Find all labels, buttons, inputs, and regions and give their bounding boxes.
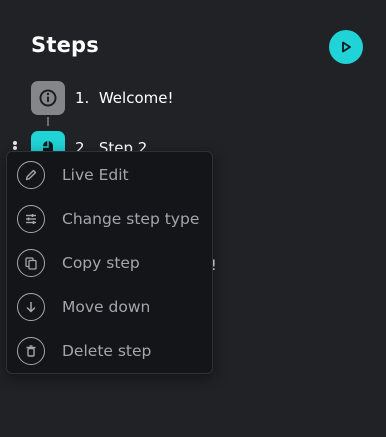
menu-item-delete-step[interactable]: Delete step: [7, 329, 212, 373]
menu-item-label: Live Edit: [62, 166, 129, 184]
step-title: Welcome!: [98, 89, 174, 107]
menu-item-copy-step[interactable]: Copy step: [7, 241, 212, 285]
step-badge: [31, 81, 65, 115]
menu-item-move-down[interactable]: Move down: [7, 285, 212, 329]
copy-icon: [17, 249, 45, 277]
run-button[interactable]: [329, 30, 363, 64]
step-number: 1.: [75, 89, 90, 107]
step-connector: [47, 117, 49, 126]
trash-icon: [17, 337, 45, 365]
arrow-down-icon: [17, 293, 45, 321]
step-context-menu: Live Edit Change step type Copy step Mov…: [6, 151, 213, 374]
info-icon: [39, 89, 57, 107]
menu-item-change-step-type[interactable]: Change step type: [7, 197, 212, 241]
menu-item-live-edit[interactable]: Live Edit: [7, 153, 212, 197]
panel-title: Steps: [31, 33, 99, 57]
sliders-icon: [17, 205, 45, 233]
menu-item-label: Change step type: [62, 210, 200, 228]
menu-item-label: Move down: [62, 298, 151, 316]
step-item-welcome[interactable]: 1. Welcome!: [31, 81, 174, 115]
play-icon: [342, 41, 351, 53]
steps-panel: Steps 1. Welcome! 2. Step 2 ! Live Edit …: [0, 0, 386, 437]
step-label: 1. Welcome!: [75, 89, 174, 107]
menu-item-label: Delete step: [62, 342, 152, 360]
pencil-icon: [17, 161, 45, 189]
menu-item-label: Copy step: [62, 254, 140, 272]
